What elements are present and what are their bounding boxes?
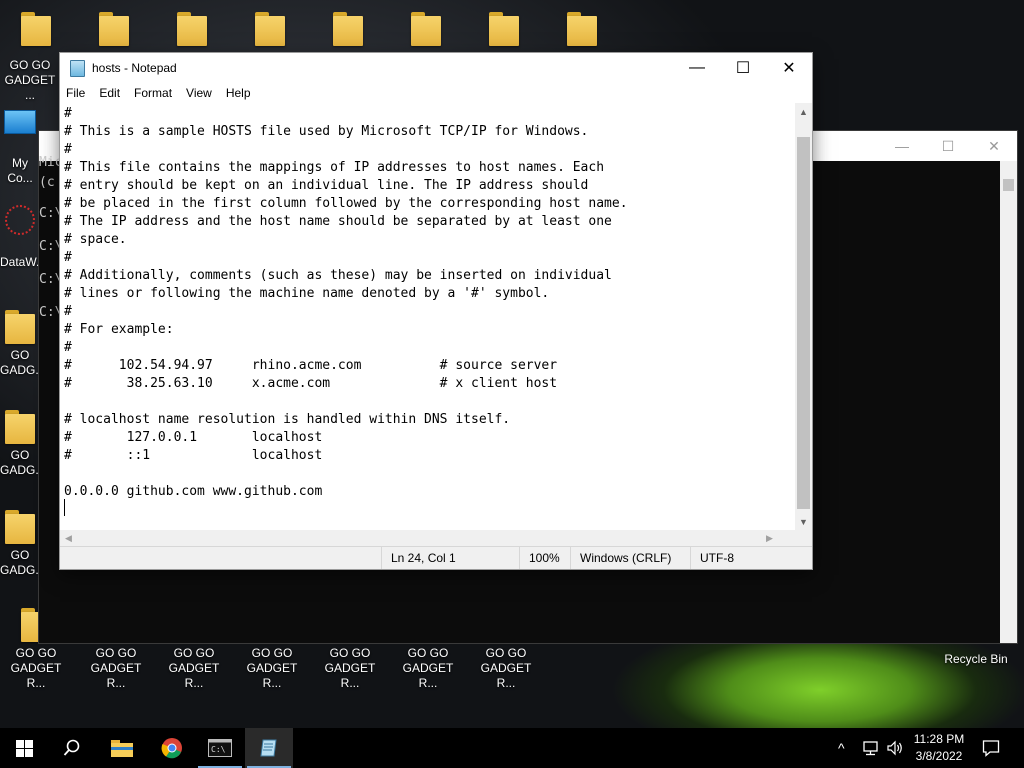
- scroll-down-arrow-icon[interactable]: ▼: [795, 513, 812, 530]
- taskbar-notepad[interactable]: [245, 728, 293, 768]
- folder-icon: [3, 508, 37, 544]
- notification-center-button[interactable]: [982, 728, 1000, 768]
- desktop-folder-icon[interactable]: [234, 10, 306, 50]
- menu-view[interactable]: View: [179, 86, 219, 100]
- tray-overflow-button[interactable]: ^: [838, 728, 845, 768]
- folder-icon: [3, 308, 37, 344]
- notification-icon: [982, 740, 1000, 757]
- search-icon: [63, 739, 80, 756]
- horizontal-scrollbar[interactable]: ◀ ▶: [60, 530, 795, 547]
- start-button[interactable]: [0, 728, 48, 768]
- text-caret: [64, 499, 65, 516]
- desktop-folder-icon[interactable]: GO GADG...: [0, 308, 45, 378]
- desktop-folder-icon[interactable]: GO GADG...: [0, 508, 45, 578]
- app-icon: [5, 205, 35, 235]
- desktop-folder-icon[interactable]: [546, 10, 618, 50]
- folder-icon: [19, 10, 53, 46]
- folder-icon: [331, 10, 365, 46]
- scrollbar-corner: [795, 530, 812, 547]
- speaker-icon: [887, 740, 902, 756]
- folder-icon: [409, 10, 443, 46]
- folder-icon: [97, 10, 131, 46]
- desktop-folder-icon[interactable]: [390, 10, 462, 50]
- minimize-button[interactable]: —: [674, 53, 720, 83]
- status-cursor-position: Ln 24, Col 1: [381, 547, 519, 569]
- cmd-minimize-button[interactable]: —: [879, 131, 925, 161]
- desktop-icon-gadget[interactable]: GO GO GADGET ...: [0, 58, 60, 103]
- windows-logo-icon: [15, 739, 33, 757]
- taskbar-command-prompt[interactable]: C:\: [196, 728, 244, 768]
- desktop-folder-icon[interactable]: [156, 10, 228, 50]
- svg-text:C:\: C:\: [211, 745, 226, 754]
- scroll-up-arrow-icon[interactable]: ▲: [795, 103, 812, 120]
- cmd-vertical-scrollbar[interactable]: [1000, 161, 1017, 643]
- status-zoom: 100%: [519, 547, 570, 569]
- menu-bar: File Edit Format View Help: [60, 83, 812, 103]
- desktop-icon-my-computer[interactable]: My Co...: [0, 110, 40, 186]
- desktop-icon-dataw[interactable]: DataW...: [0, 205, 46, 270]
- clock-time: 11:28 PM: [913, 732, 965, 746]
- folder-icon: [253, 10, 287, 46]
- folder-icon: [3, 408, 37, 444]
- cmd-close-button[interactable]: ✕: [971, 131, 1017, 161]
- menu-file[interactable]: File: [60, 86, 92, 100]
- vertical-scrollbar[interactable]: ▲ ▼: [795, 103, 812, 530]
- cmd-scroll-thumb[interactable]: [1003, 179, 1014, 191]
- notepad-titlebar[interactable]: hosts - Notepad — ☐ ✕: [60, 53, 812, 83]
- menu-help[interactable]: Help: [219, 86, 258, 100]
- menu-edit[interactable]: Edit: [92, 86, 127, 100]
- vertical-scroll-thumb[interactable]: [797, 137, 810, 509]
- taskbar: C:\ ^ 11:28 PM 3/8/2022: [0, 728, 1024, 768]
- status-encoding: UTF-8: [690, 547, 800, 569]
- status-line-ending: Windows (CRLF): [570, 547, 686, 569]
- window-title: hosts - Notepad: [92, 61, 177, 75]
- clock[interactable]: 11:28 PM 3/8/2022: [908, 731, 970, 765]
- volume-button[interactable]: [886, 728, 904, 768]
- folder-icon: [111, 740, 133, 757]
- chevron-up-icon: ^: [838, 740, 845, 756]
- desktop-folder-icon[interactable]: [312, 10, 384, 50]
- desktop-icon-recycle-bin[interactable]: Recycle Bin: [938, 652, 1014, 666]
- scroll-left-arrow-icon[interactable]: ◀: [60, 533, 77, 544]
- notepad-icon: [260, 739, 277, 757]
- folder-icon: [565, 10, 599, 46]
- menu-format[interactable]: Format: [127, 86, 179, 100]
- desktop-folder-icon[interactable]: [468, 10, 540, 50]
- cmd-output: Mic (c C:\ C:\ C:\ C:\: [39, 155, 63, 320]
- notepad-window[interactable]: hosts - Notepad — ☐ ✕ File Edit Format V…: [60, 53, 812, 569]
- terminal-icon: C:\: [208, 739, 232, 757]
- cmd-maximize-button[interactable]: ☐: [925, 131, 971, 161]
- taskbar-file-explorer[interactable]: [98, 728, 146, 768]
- text-editor[interactable]: # # This is a sample HOSTS file used by …: [60, 103, 795, 530]
- chrome-icon: [161, 738, 182, 759]
- network-button[interactable]: [862, 728, 880, 768]
- computer-icon: [4, 110, 36, 134]
- scroll-right-arrow-icon[interactable]: ▶: [761, 533, 778, 544]
- editor-content[interactable]: # # This is a sample HOSTS file used by …: [60, 103, 795, 501]
- desktop-folder-icon[interactable]: GO GADG...: [0, 408, 45, 478]
- folder-icon: [175, 10, 209, 46]
- maximize-button[interactable]: ☐: [720, 53, 766, 83]
- desktop-folder-icon[interactable]: [78, 10, 150, 50]
- status-bar: Ln 24, Col 1 100% Windows (CRLF) UTF-8: [60, 546, 812, 569]
- close-button[interactable]: ✕: [766, 53, 812, 83]
- network-icon: [863, 741, 878, 756]
- taskbar-chrome[interactable]: [148, 728, 196, 768]
- desktop-folder-icon[interactable]: [0, 10, 72, 50]
- search-button[interactable]: [48, 728, 96, 768]
- folder-icon: [487, 10, 521, 46]
- clock-date: 3/8/2022: [915, 749, 963, 763]
- notepad-icon: [70, 59, 85, 77]
